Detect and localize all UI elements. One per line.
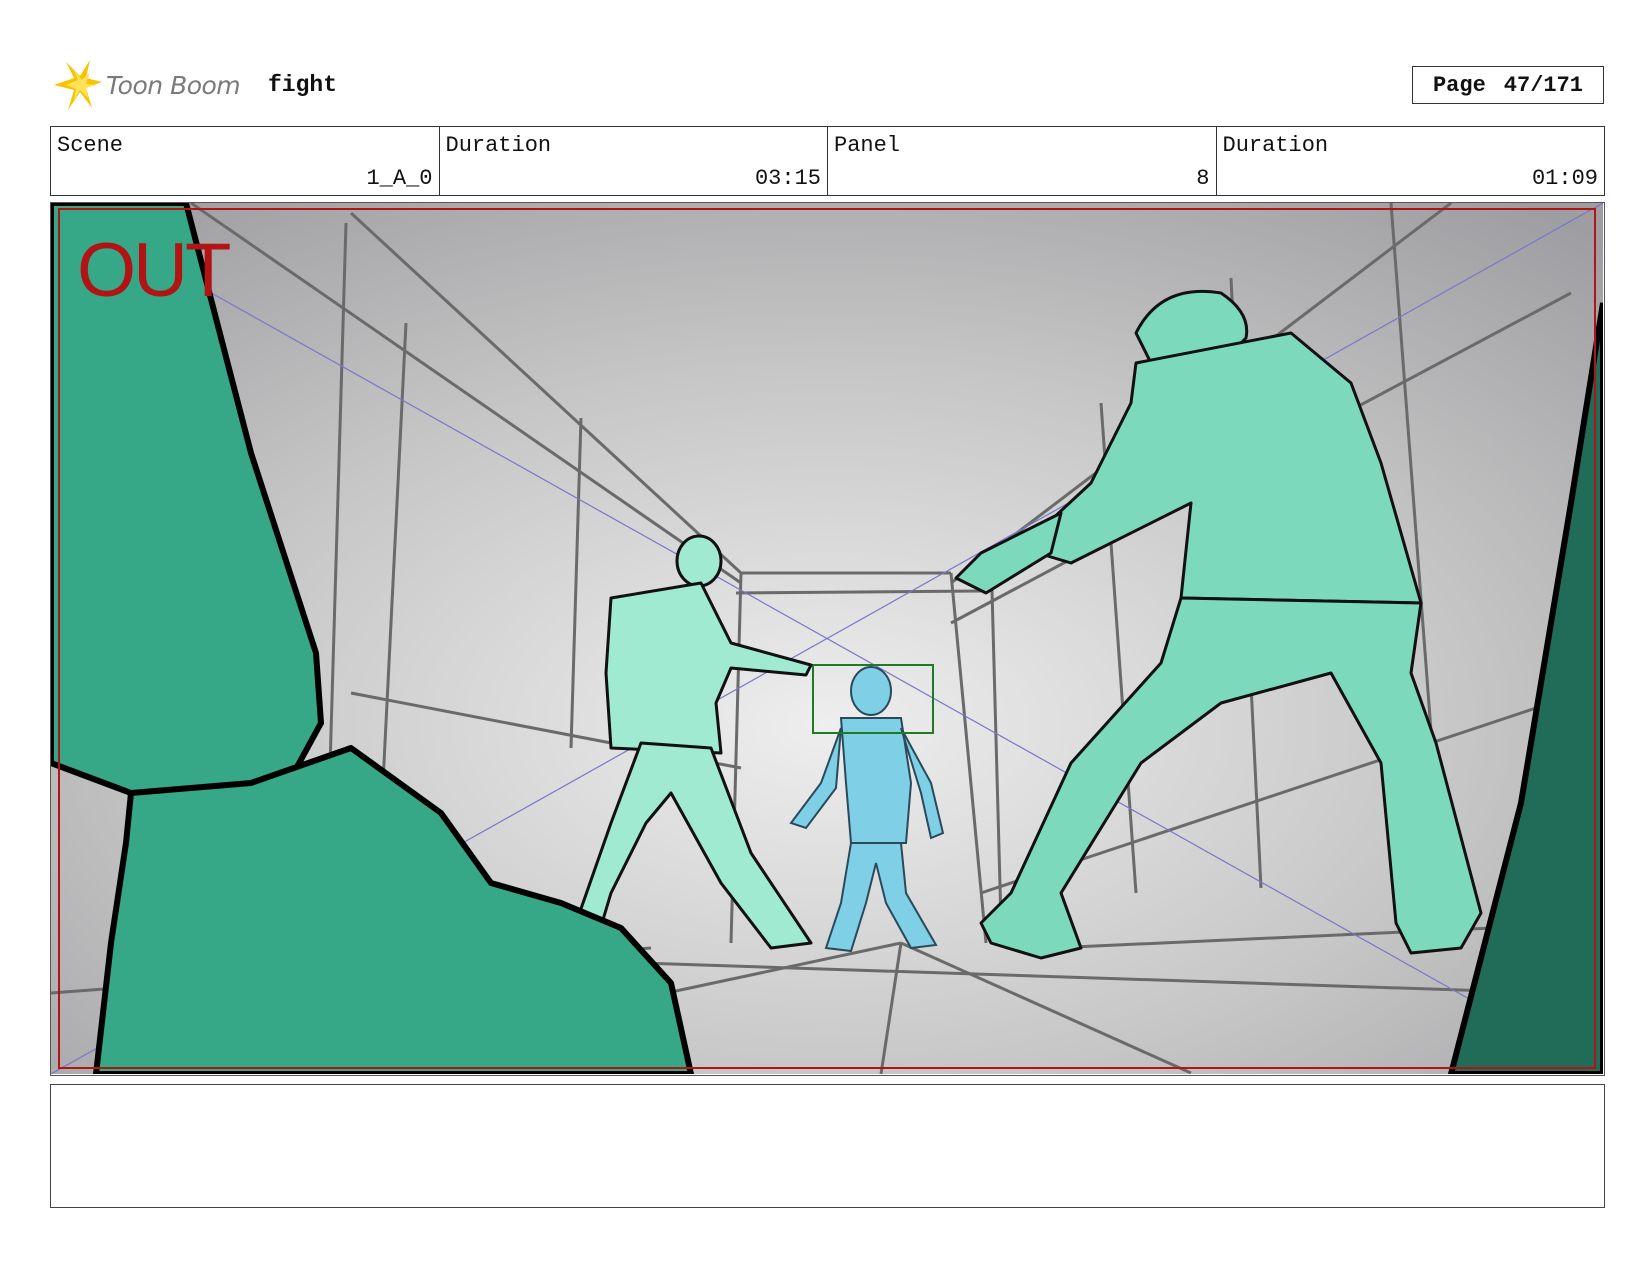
storyboard-panel: OUT [50,202,1605,1076]
page-number: 47/171 [1503,72,1584,98]
panel-cell: Panel 8 [828,127,1217,195]
document-title: fight [268,72,338,98]
panel-notes [50,1084,1605,1208]
panel-label: Panel [834,133,901,158]
panel-duration-label: Duration [1222,133,1329,158]
page-indicator: Page 47/171 [1412,66,1604,104]
logo-text: Toon Boom [106,70,241,100]
scene-duration-label: Duration [445,133,552,158]
scene-cell: Scene 1_A_0 [51,127,440,195]
starburst-icon [54,60,102,110]
panel-duration-value: 01:09 [1531,166,1598,191]
panel-drawing [51,203,1603,1074]
scene-duration-cell: Duration 03:15 [440,127,828,195]
panel-duration-cell: Duration 01:09 [1217,127,1605,195]
scene-label: Scene [57,133,124,158]
toon-boom-logo: Toon Boom [52,58,241,112]
scene-duration-value: 03:15 [754,166,821,191]
panel-value: 8 [1196,166,1210,191]
page-label: Page [1432,72,1486,98]
scene-value: 1_A_0 [366,166,433,191]
out-label: OUT [77,228,231,313]
scene-info-table: Scene 1_A_0 Duration 03:15 Panel 8 Durat… [50,126,1605,196]
